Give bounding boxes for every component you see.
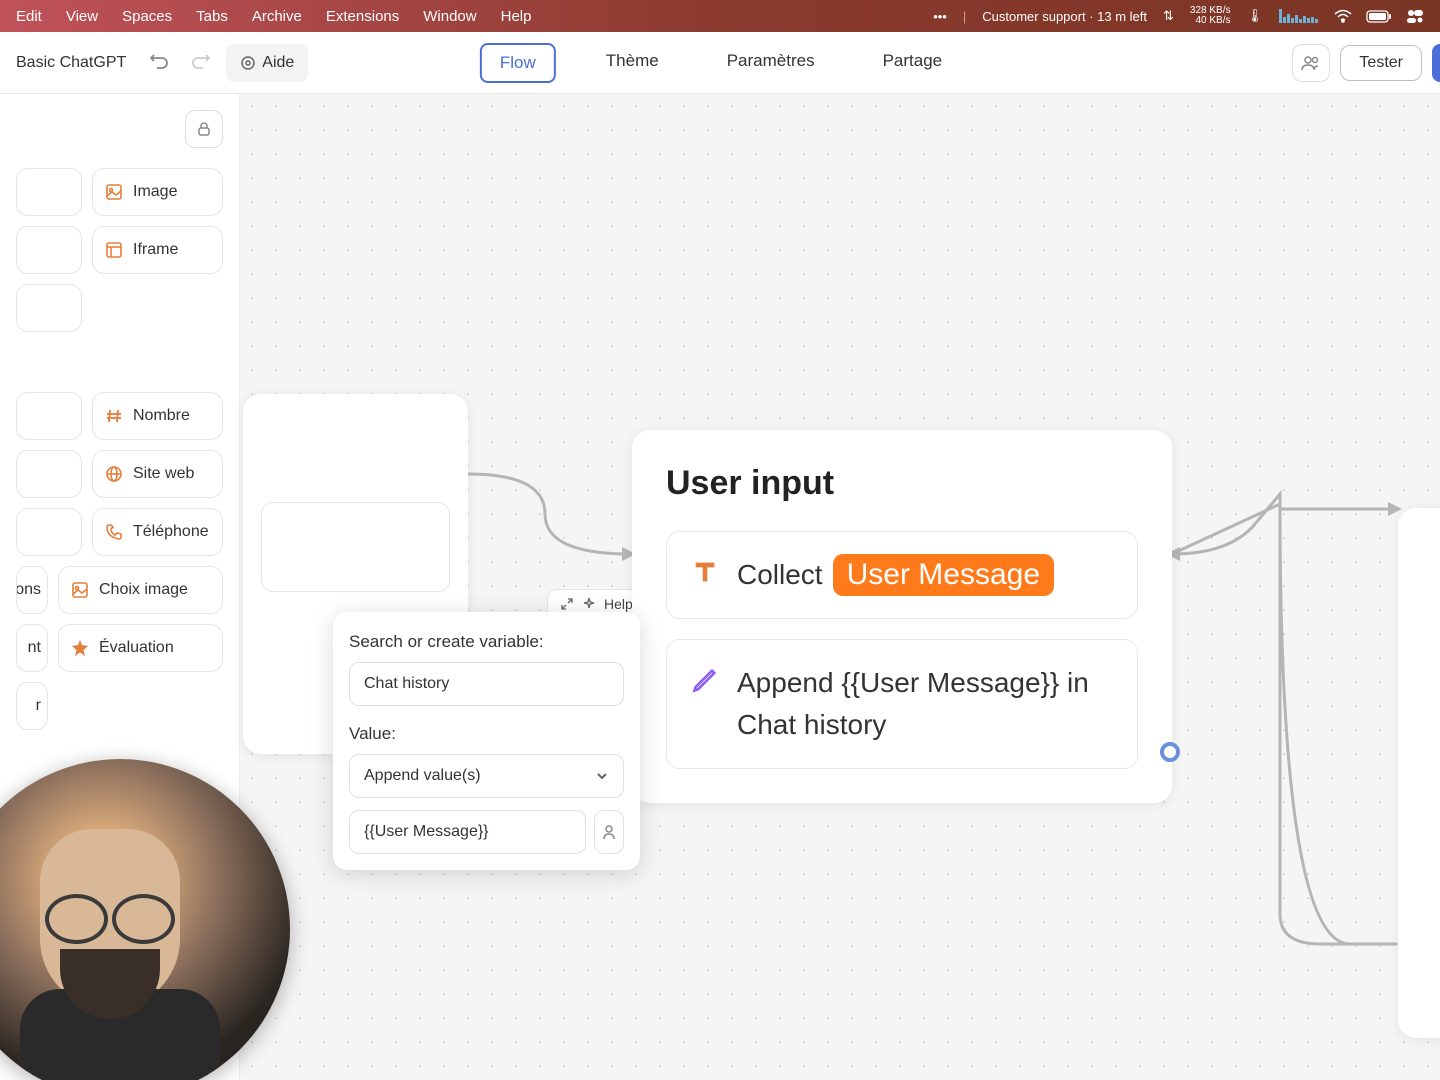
variable-search-input[interactable] (349, 662, 624, 706)
flow-canvas[interactable]: Image Iframe Nombre (0, 94, 1440, 1080)
block-telephone[interactable]: Téléphone (92, 508, 223, 556)
block-item-partial[interactable] (16, 284, 82, 332)
status-text: Customer support · 13 m left (982, 9, 1147, 24)
activity-bars (1279, 9, 1318, 23)
tester-button[interactable]: Tester (1340, 45, 1422, 81)
menu-view[interactable]: View (66, 8, 98, 25)
tab-flow[interactable]: Flow (480, 43, 556, 83)
menubar-status: ••• | Customer support · 13 m left ⇅ 328… (933, 6, 1424, 26)
flow-node-user-input[interactable]: User input Collect User Message Append {… (632, 430, 1172, 803)
network-stats: 328 KB/s 40 KB/s (1190, 6, 1231, 26)
help-text: Help (604, 596, 633, 612)
chevron-down-icon (595, 769, 609, 783)
node-title: User input (666, 464, 1138, 503)
block-item-partial[interactable] (16, 392, 82, 440)
value-label: Value: (349, 724, 624, 744)
menu-help[interactable]: Help (501, 8, 532, 25)
block-choix-image[interactable]: Choix image (58, 566, 223, 614)
block-item-partial-ons[interactable]: ons (16, 566, 48, 614)
sparkle-icon (582, 597, 596, 611)
menu-archive[interactable]: Archive (252, 8, 302, 25)
block-label: Nombre (133, 407, 190, 425)
block-label: Iframe (133, 241, 178, 259)
value-input[interactable] (349, 810, 586, 854)
append-line-2: Chat history (737, 709, 886, 740)
search-label: Search or create variable: (349, 632, 624, 652)
node-block-collect[interactable]: Collect User Message (666, 531, 1138, 619)
variable-chip: User Message (833, 554, 1054, 596)
menu-spaces[interactable]: Spaces (122, 8, 172, 25)
redo-button[interactable] (184, 46, 218, 80)
help-button[interactable]: Aide (226, 44, 308, 82)
node-block-append[interactable]: Append {{User Message}} in Chat history (666, 639, 1138, 769)
block-item-partial[interactable] (16, 450, 82, 498)
block-label: Image (133, 183, 177, 201)
menu-items: Edit View Spaces Tabs Archive Extensions… (16, 8, 531, 25)
block-image[interactable]: Image (92, 168, 223, 216)
block-label: Téléphone (133, 523, 209, 541)
collect-label: Collect (737, 559, 823, 591)
operation-select[interactable]: Append value(s) (349, 754, 624, 798)
app-toolbar: Basic ChatGPT Aide Flow Thème Paramètres… (0, 32, 1440, 94)
publish-button-partial[interactable] (1432, 44, 1440, 82)
menu-edit[interactable]: Edit (16, 8, 42, 25)
block-iframe[interactable]: Iframe (92, 226, 223, 274)
flow-node-next-partial[interactable] (1398, 508, 1440, 1038)
append-line-1: Append {{User Message}} in (737, 667, 1089, 698)
block-evaluation[interactable]: Évaluation (58, 624, 223, 672)
swap-icon: ⇅ (1163, 8, 1174, 24)
person-icon (601, 824, 617, 840)
partial-text: nt (28, 639, 41, 657)
block-label: Site web (133, 465, 194, 483)
block-siteweb[interactable]: Site web (92, 450, 223, 498)
menu-window[interactable]: Window (423, 8, 476, 25)
block-nombre[interactable]: Nombre (92, 392, 223, 440)
partial-text: ons (16, 581, 41, 599)
collaborators-button[interactable] (1292, 44, 1330, 82)
tab-theme[interactable]: Thème (588, 43, 677, 83)
webcam-overlay (0, 759, 290, 1080)
undo-button[interactable] (142, 46, 176, 80)
block-item-partial-nt[interactable]: nt (16, 624, 48, 672)
output-port[interactable] (1160, 742, 1180, 762)
block-item-partial[interactable] (16, 168, 82, 216)
lock-button[interactable] (185, 110, 223, 148)
node-block-placeholder (261, 502, 450, 592)
main-tabs: Flow Thème Paramètres Partage (480, 43, 960, 83)
block-label: Évaluation (99, 639, 174, 657)
text-icon (691, 558, 719, 586)
expand-icon (560, 597, 574, 611)
control-center-icon[interactable] (1406, 9, 1424, 23)
net-down: 40 KB/s (1190, 16, 1231, 26)
select-value: Append value(s) (364, 767, 481, 785)
block-item-partial[interactable] (16, 508, 82, 556)
ellipsis-icon[interactable]: ••• (933, 9, 947, 24)
tab-parametres[interactable]: Paramètres (709, 43, 833, 83)
variable-picker-button[interactable] (594, 810, 624, 854)
menu-extensions[interactable]: Extensions (326, 8, 399, 25)
block-item-partial-r[interactable]: r (16, 682, 48, 730)
wifi-icon[interactable] (1334, 9, 1352, 23)
pencil-icon (691, 666, 719, 694)
partial-text: r (36, 697, 41, 715)
menu-tabs[interactable]: Tabs (196, 8, 228, 25)
variable-editor-popup: Search or create variable: Value: Append… (333, 612, 640, 870)
temp-icon: 🌡 (1246, 8, 1263, 24)
help-label: Aide (262, 54, 294, 72)
document-title: Basic ChatGPT (16, 54, 126, 72)
block-label: Choix image (99, 581, 188, 599)
tab-partage[interactable]: Partage (865, 43, 961, 83)
battery-icon[interactable] (1366, 10, 1392, 23)
macos-menubar: Edit View Spaces Tabs Archive Extensions… (0, 0, 1440, 32)
block-item-partial[interactable] (16, 226, 82, 274)
